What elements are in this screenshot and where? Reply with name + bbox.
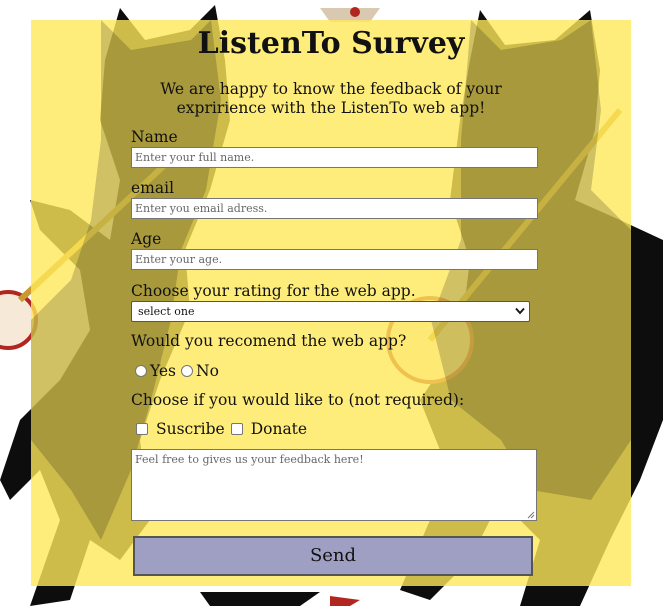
feedback-textarea[interactable]: Feel free to gives us your feedback here… xyxy=(131,449,537,521)
send-button[interactable]: Send xyxy=(133,536,533,576)
rating-select-value: select one xyxy=(138,305,195,318)
age-input[interactable] xyxy=(131,249,538,270)
recommend-options: Yes No xyxy=(135,362,219,380)
page-subtitle: We are happy to know the feedback of you… xyxy=(160,80,502,117)
age-label: Age xyxy=(131,230,162,248)
extras-options: Suscribe Donate xyxy=(135,420,307,438)
email-input[interactable] xyxy=(131,198,538,219)
rating-select[interactable]: select one xyxy=(131,301,530,322)
checkbox-donate-label: Donate xyxy=(250,420,308,438)
checkbox-suscribe[interactable] xyxy=(136,423,148,435)
checkbox-suscribe-label: Suscribe xyxy=(156,420,225,438)
feedback-placeholder: Feel free to gives us your feedback here… xyxy=(135,453,364,466)
radio-yes[interactable] xyxy=(135,365,147,377)
chevron-down-icon xyxy=(515,307,525,315)
radio-no-label: No xyxy=(196,362,219,380)
bottom-decoration xyxy=(200,592,360,606)
page-title: ListenTo Survey xyxy=(197,26,465,61)
name-label: Name xyxy=(131,128,178,146)
radio-yes-label: Yes xyxy=(150,362,177,380)
recommend-label: Would you recomend the web app? xyxy=(131,332,407,350)
radio-no[interactable] xyxy=(181,365,194,377)
survey-panel: ListenTo Survey We are happy to know the… xyxy=(31,20,631,586)
extras-label: Choose if you would like to (not require… xyxy=(131,391,465,409)
checkbox-donate[interactable] xyxy=(230,423,243,435)
rating-label: Choose your rating for the web app. xyxy=(131,282,416,300)
resize-grip-icon[interactable] xyxy=(527,511,535,519)
name-input[interactable] xyxy=(131,147,538,168)
email-label: email xyxy=(131,179,175,197)
